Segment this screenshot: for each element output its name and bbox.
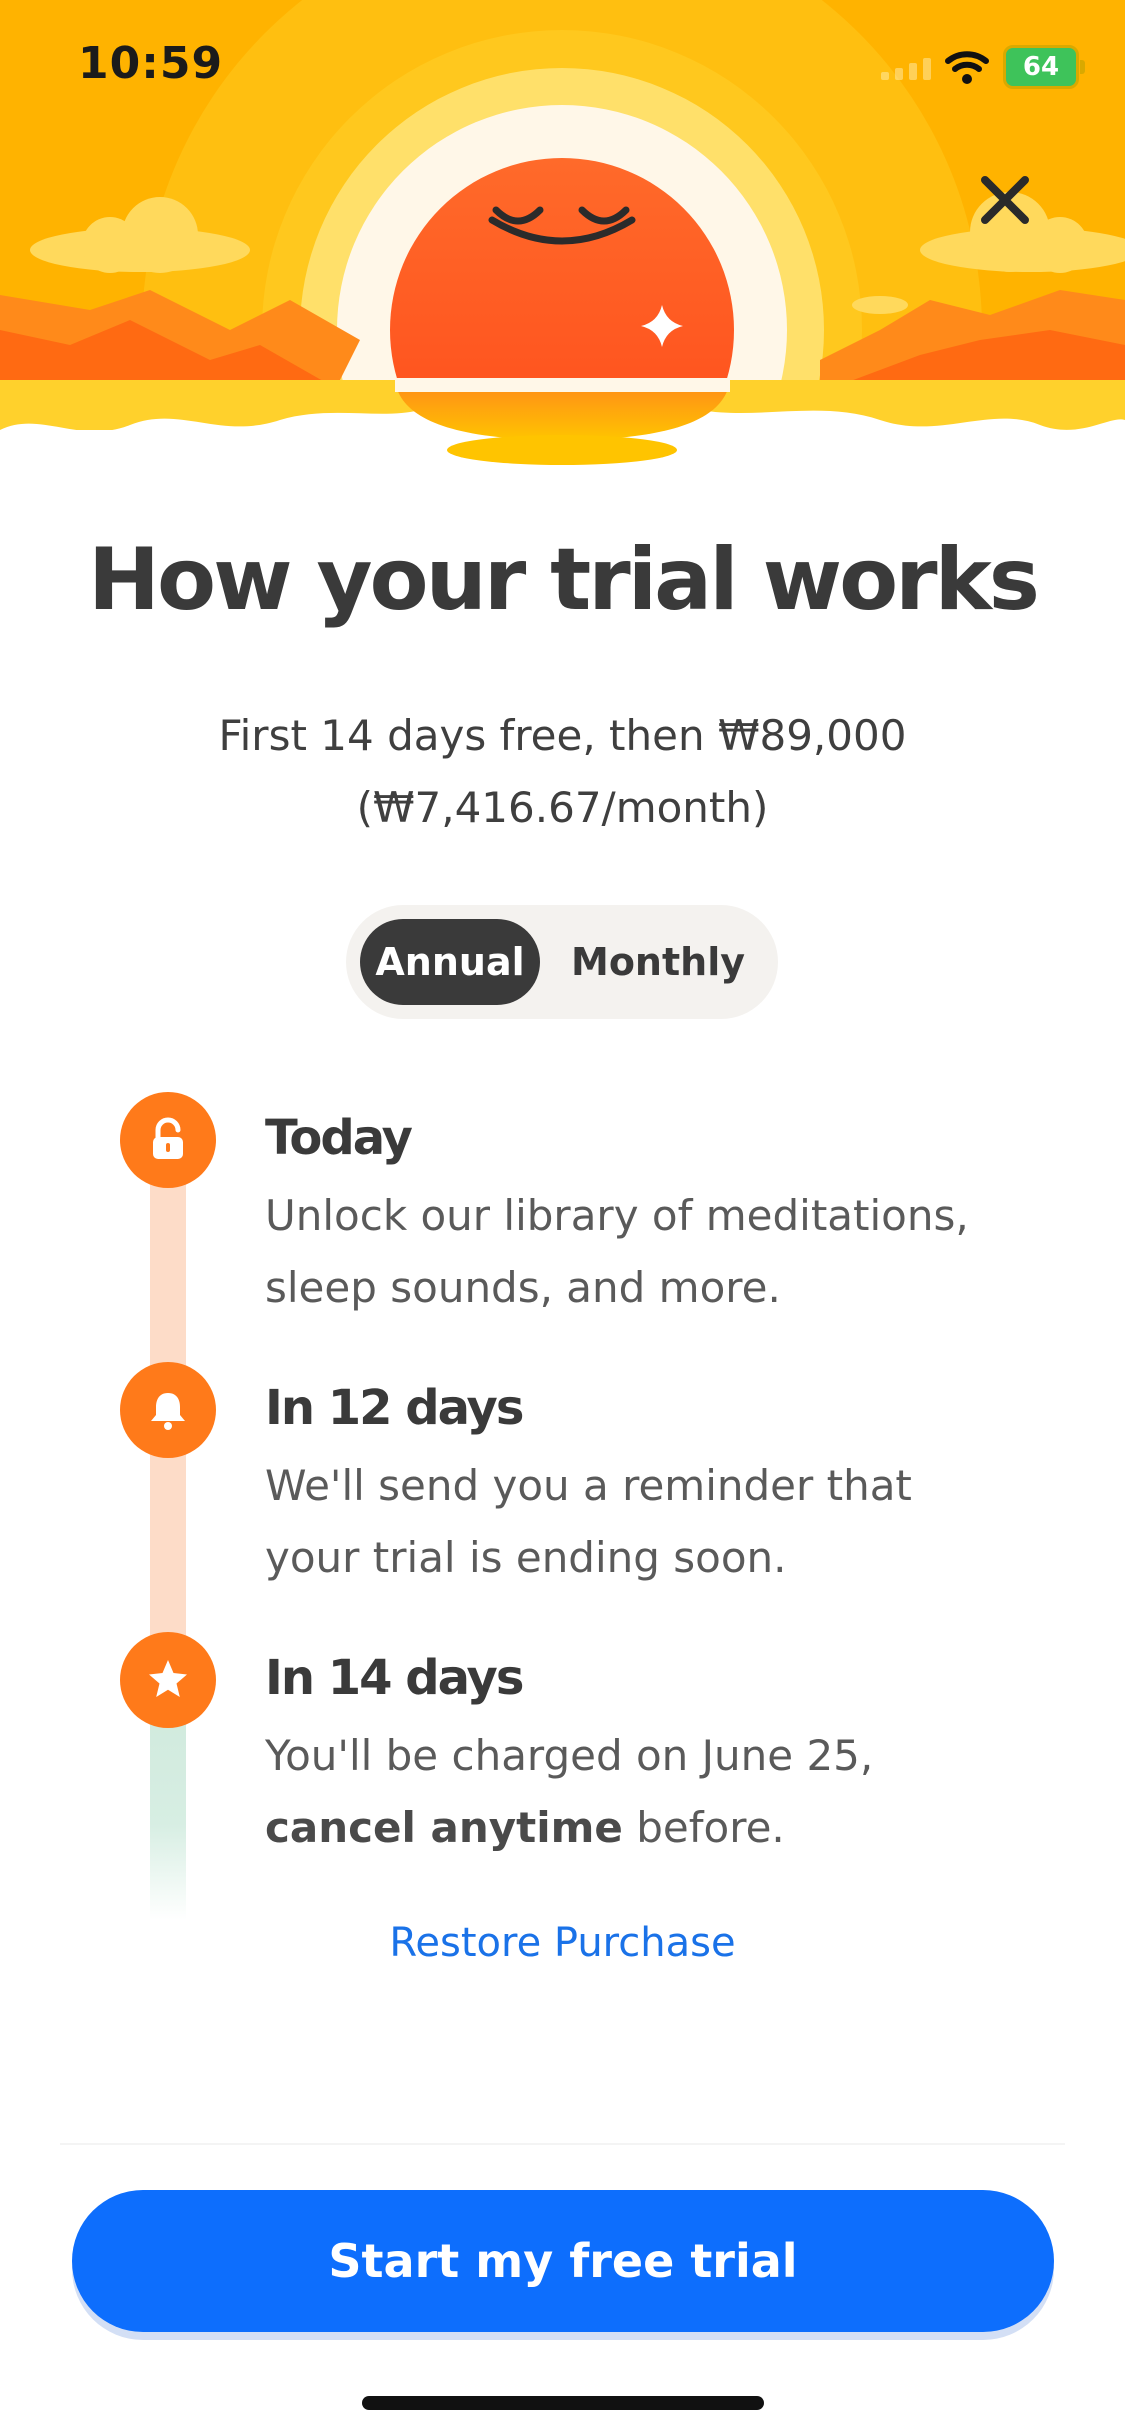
restore-purchase-link[interactable]: Restore Purchase [0,1920,1125,1966]
start-free-trial-button[interactable]: Start my free trial [72,2190,1054,2332]
bell-icon [120,1362,216,1458]
step-desc-line: Unlock our library of meditations, [265,1191,969,1240]
step-title-today: Today [265,1110,413,1166]
page-title: How your trial works [88,530,1040,630]
plan-toggle: Annual Monthly [346,905,778,1019]
step-desc-line: We'll send you a reminder that [265,1461,912,1510]
monthly-plan-option[interactable]: Monthly [552,919,764,1005]
battery-icon: 64 [1003,45,1085,89]
pricing-line-2: (₩7,416.67/month) [356,783,769,832]
step-desc-rest: before. [622,1803,785,1852]
step-desc-12-days: We'll send you a reminder that your tria… [265,1450,1025,1594]
step-desc-line: sleep sounds, and more. [265,1263,781,1312]
status-icons: 64 [881,42,1085,92]
cellular-signal-icon [881,54,931,80]
home-indicator [362,2396,764,2410]
step-desc-today: Unlock our library of meditations, sleep… [265,1180,1025,1324]
step-desc-line: You'll be charged on June 25, [265,1731,874,1780]
pricing-line-1: First 14 days free, then ₩89,000 [218,711,907,760]
close-button[interactable] [975,170,1035,230]
wifi-icon [945,51,989,84]
star-icon [120,1632,216,1728]
step-title-14-days: In 14 days [265,1650,524,1706]
step-desc-line: cancel anytime before. [265,1792,1025,1864]
annual-plan-option[interactable]: Annual [360,919,540,1005]
battery-level: 64 [1022,52,1060,82]
cancel-anytime-emphasis: cancel anytime [265,1803,623,1852]
footer-divider [60,2143,1065,2145]
step-desc-line: your trial is ending soon. [265,1533,787,1582]
close-icon [981,176,1029,224]
pricing-subtitle: First 14 days free, then ₩89,000 (₩7,416… [150,700,975,844]
step-desc-14-days: You'll be charged on June 25, cancel any… [265,1720,1025,1864]
step-title-12-days: In 12 days [265,1380,524,1436]
unlock-icon [120,1092,216,1188]
status-time: 10:59 [78,38,224,89]
